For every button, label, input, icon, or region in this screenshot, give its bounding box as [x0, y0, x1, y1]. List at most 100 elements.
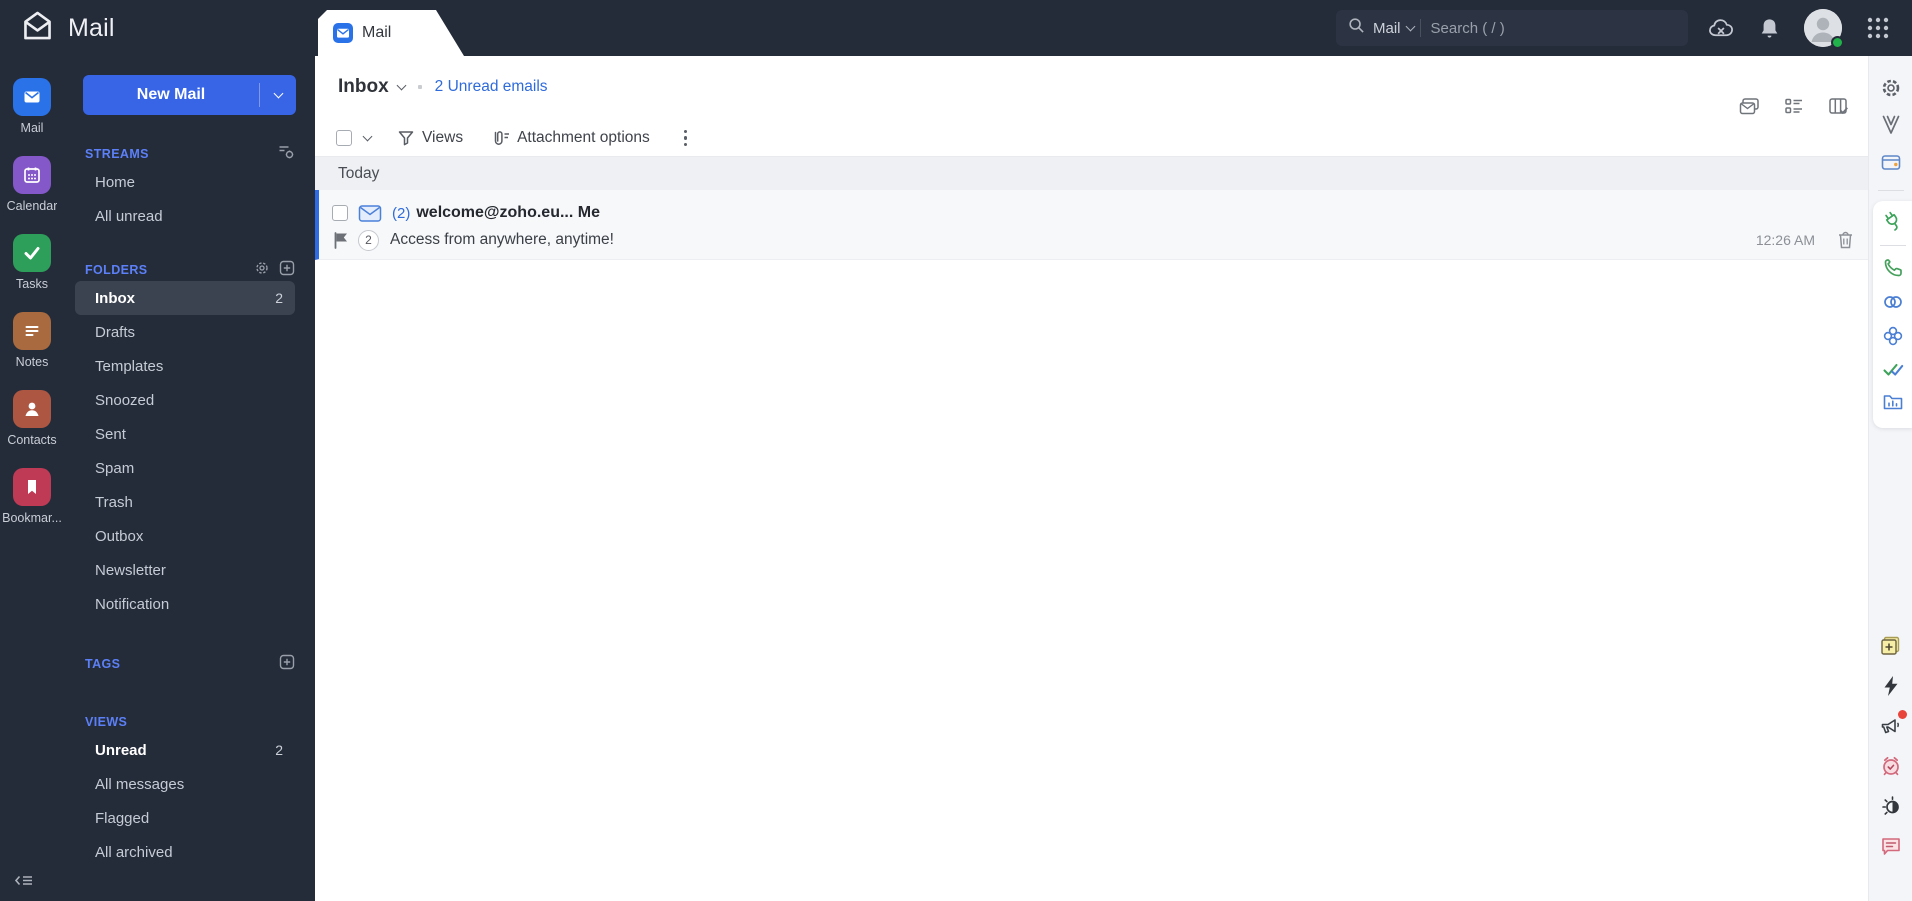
cloud-offline-icon[interactable] — [1708, 17, 1735, 39]
sidebar-item-drafts[interactable]: Drafts — [75, 315, 295, 349]
sidebar-item-outbox[interactable]: Outbox — [75, 519, 295, 553]
search-scope-select[interactable]: Mail — [1373, 20, 1401, 37]
add-folder-icon[interactable] — [279, 260, 295, 281]
attachment-options-button[interactable]: Attachment options — [489, 129, 650, 148]
email-row[interactable]: (2) welcome@zoho.eu... Me 2 Access from … — [315, 190, 1868, 260]
search-bar[interactable]: Mail — [1336, 10, 1688, 46]
feedback-chat-icon[interactable] — [1879, 834, 1903, 857]
settings-gear-icon[interactable] — [1879, 76, 1903, 100]
item-label: Templates — [95, 357, 164, 375]
rail-item-calendar[interactable]: Calendar — [0, 156, 64, 213]
sidebar-item-sent[interactable]: Sent — [75, 417, 295, 451]
topbar: Mail Mail Mail — [0, 0, 1912, 56]
mail-icon — [13, 78, 51, 116]
attachment-options-label: Attachment options — [517, 129, 650, 146]
trash-icon[interactable] — [1836, 230, 1855, 250]
megaphone-icon[interactable] — [1879, 710, 1907, 738]
clover-icon[interactable] — [1881, 324, 1905, 348]
new-mail-button[interactable]: New Mail — [83, 75, 296, 115]
wallet-icon[interactable] — [1879, 150, 1903, 174]
new-mail-dropdown[interactable] — [260, 75, 296, 115]
sidebar-item-home[interactable]: Home — [75, 165, 295, 199]
item-label: Outbox — [95, 527, 144, 545]
reading-pane-icon[interactable] — [1738, 96, 1761, 122]
item-label: Newsletter — [95, 561, 166, 579]
item-label: All unread — [95, 207, 163, 225]
add-tag-icon[interactable] — [279, 654, 295, 675]
folder-settings-gear-icon[interactable] — [254, 260, 270, 281]
night-mode-icon[interactable] — [1879, 794, 1903, 818]
thread-count-prefix: (2) — [392, 204, 411, 222]
alarm-clock-icon[interactable] — [1879, 754, 1903, 778]
app-logo: Mail — [0, 8, 115, 48]
sidebar-item-inbox[interactable]: Inbox 2 — [75, 281, 295, 315]
tags-header: TAGS — [64, 653, 315, 675]
column-view-icon[interactable] — [1827, 96, 1850, 122]
rings-icon[interactable] — [1881, 290, 1905, 314]
item-label: Spam — [95, 459, 135, 477]
tasks-check-icon — [13, 234, 51, 272]
sticky-note-icon[interactable] — [1878, 634, 1903, 658]
sidebar-item-unread[interactable]: Unread 2 — [75, 733, 295, 767]
extensions-panel — [1872, 201, 1912, 428]
alert-dot — [1897, 710, 1907, 719]
folder-dropdown-icon[interactable] — [396, 80, 407, 91]
rail-label: Contacts — [7, 433, 57, 447]
sidebar-item-flagged[interactable]: Flagged — [75, 801, 295, 835]
mail-list-pane: Inbox 2 Unread emails Views Attachment o… — [315, 56, 1868, 901]
more-dots-icon[interactable] — [678, 128, 694, 149]
collapse-sidebar-icon[interactable] — [14, 873, 34, 893]
vault-clip-icon[interactable] — [1879, 114, 1903, 136]
group-header-today: Today — [315, 157, 1868, 190]
views-filter-button[interactable]: Views — [397, 129, 463, 147]
item-label: All messages — [95, 775, 185, 793]
unread-emails-link[interactable]: 2 Unread emails — [435, 78, 548, 96]
rail-item-bookmarks[interactable]: Bookmar... — [0, 468, 64, 525]
sidebar-item-all-unread[interactable]: All unread — [75, 199, 295, 233]
separator-dot — [417, 85, 422, 89]
email-checkbox[interactable] — [332, 205, 348, 221]
select-all-checkbox[interactable] — [336, 130, 352, 146]
plug-icon[interactable] — [1881, 209, 1905, 233]
rail-item-notes[interactable]: Notes — [0, 312, 64, 369]
new-mail-label: New Mail — [136, 86, 206, 103]
sidebar-item-newsletter[interactable]: Newsletter — [75, 553, 295, 587]
unread-count: 2 — [275, 290, 283, 306]
item-label: Snoozed — [95, 391, 155, 409]
sidebar-item-all-archived[interactable]: All archived — [75, 835, 295, 869]
lightning-icon[interactable] — [1880, 674, 1902, 698]
folder-chart-icon[interactable] — [1881, 390, 1905, 414]
double-check-icon[interactable] — [1881, 358, 1905, 380]
sidebar-item-spam[interactable]: Spam — [75, 451, 295, 485]
sidebar: New Mail STREAMS Home All unread FOLDERS — [64, 56, 315, 901]
unread-envelope-icon — [358, 204, 382, 223]
rail-item-contacts[interactable]: Contacts — [0, 390, 64, 447]
views-title: VIEWS — [85, 715, 128, 729]
flag-icon[interactable] — [333, 231, 349, 249]
thread-count-badge: 2 — [358, 229, 379, 251]
calendar-icon — [13, 156, 51, 194]
divider — [1419, 19, 1421, 37]
sidebar-item-notification[interactable]: Notification — [75, 587, 295, 621]
bell-icon[interactable] — [1759, 17, 1780, 40]
email-subject: Access from anywhere, anytime! — [390, 231, 614, 248]
apps-grid-icon[interactable] — [1866, 16, 1890, 40]
list-view-icon[interactable] — [1783, 96, 1805, 122]
rail-item-mail[interactable]: Mail — [0, 78, 64, 135]
sidebar-item-all-messages[interactable]: All messages — [75, 767, 295, 801]
current-folder-title: Inbox — [338, 76, 389, 97]
sidebar-item-trash[interactable]: Trash — [75, 485, 295, 519]
sidebar-item-templates[interactable]: Templates — [75, 349, 295, 383]
list-toolbar: Views Attachment options — [315, 120, 1868, 156]
avatar[interactable] — [1804, 9, 1844, 49]
search-input[interactable] — [1430, 19, 1631, 37]
select-dropdown-icon[interactable] — [362, 131, 373, 142]
chevron-down-icon[interactable] — [1405, 21, 1415, 31]
sidebar-item-snoozed[interactable]: Snoozed — [75, 383, 295, 417]
phone-icon[interactable] — [1881, 256, 1905, 280]
rail-label: Notes — [15, 355, 49, 369]
tab-mail[interactable]: Mail — [318, 10, 464, 56]
rail-item-tasks[interactable]: Tasks — [0, 234, 64, 291]
stream-settings-icon[interactable] — [278, 144, 295, 165]
folders-title: FOLDERS — [85, 263, 148, 277]
